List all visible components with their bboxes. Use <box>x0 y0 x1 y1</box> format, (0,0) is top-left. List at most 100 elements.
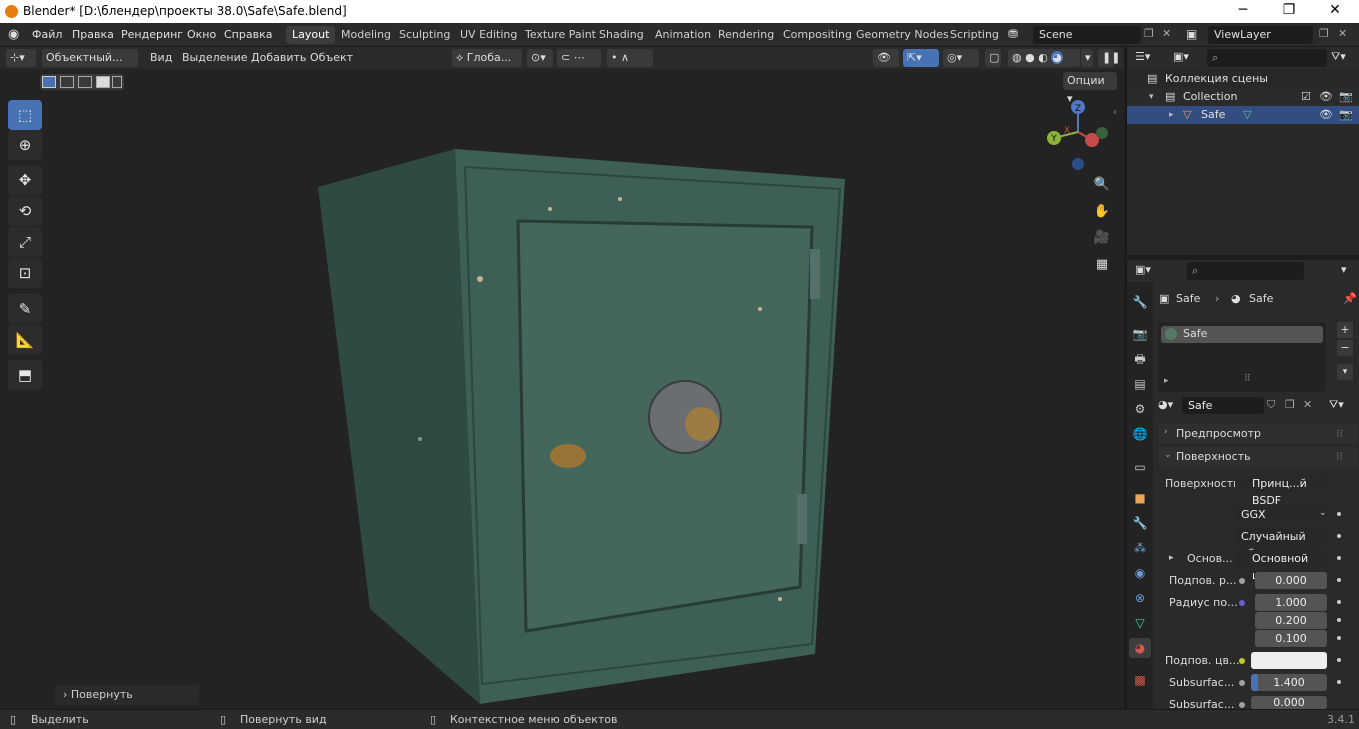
outliner-editor-icon[interactable]: ☰▾ <box>1135 50 1150 63</box>
data-tab-icon[interactable]: ▽ <box>1129 613 1151 633</box>
base-color-expand-icon[interactable]: ▸ <box>1169 553 1174 563</box>
outliner-scene-collection[interactable]: ▤ Коллекция сцены <box>1127 70 1359 88</box>
menu-view[interactable]: Вид <box>150 49 172 67</box>
tab-uv-editing[interactable]: UV Editing <box>454 26 523 44</box>
selection-mode-buttons[interactable] <box>40 74 124 90</box>
pan-hand-icon[interactable]: ✋ <box>1092 202 1112 222</box>
modifier-tab-icon[interactable]: 🔧 <box>1129 513 1151 533</box>
subsurface-color-swatch[interactable] <box>1251 652 1327 669</box>
display-mode-icon[interactable]: ▣▾ <box>1173 50 1189 63</box>
object-tab-icon[interactable]: ■ <box>1129 488 1151 508</box>
collection-checkbox-icon[interactable]: ☑ <box>1301 88 1311 106</box>
menu-object[interactable]: Объект <box>310 49 353 67</box>
select-intersect-icon[interactable] <box>112 76 122 88</box>
tab-geometry-nodes[interactable]: Geometry Nodes <box>850 26 955 44</box>
delete-view-layer-icon[interactable]: ✕ <box>1338 27 1347 40</box>
annotate-tool[interactable]: ✎ <box>8 294 42 324</box>
radius-x-keyframe-dot[interactable] <box>1337 600 1341 604</box>
view-layer-icon[interactable]: ▣ <box>1186 27 1197 41</box>
delete-scene-icon[interactable]: ✕ <box>1162 27 1171 40</box>
mesh-data-icon[interactable]: ▽ <box>1243 106 1251 124</box>
menu-file[interactable]: Файл <box>32 28 62 41</box>
proportional-edit-icon[interactable]: • ∧ <box>607 49 653 67</box>
outliner-object-row[interactable]: ▸ ▽ Safe ▽ 👁 📷 <box>1127 106 1359 124</box>
texture-tab-icon[interactable]: ▩ <box>1129 670 1151 690</box>
preview-panel-grip[interactable]: ⁞⁞ <box>1336 427 1343 440</box>
base-color-link[interactable]: Основной цвет <box>1235 550 1327 582</box>
transform-orientation-selector[interactable]: ⟡ Глоба... <box>452 49 522 67</box>
shading-options-icon[interactable]: ▾ <box>1081 49 1093 67</box>
base-color-keyframe-dot[interactable] <box>1337 556 1341 560</box>
fake-user-icon[interactable]: ⛉ <box>1267 398 1275 412</box>
scene-selector[interactable]: Scene <box>1033 26 1141 44</box>
physics-tab-icon[interactable]: ◉ <box>1129 563 1151 583</box>
menu-edit[interactable]: Правка <box>72 28 114 41</box>
subsurface-aniso-field[interactable]: 0.000 <box>1251 696 1327 709</box>
gizmo-toggle-icon[interactable]: ⇱▾ <box>903 49 939 67</box>
close-window-button[interactable]: ✕ <box>1312 2 1358 18</box>
new-view-layer-icon[interactable]: ❐ <box>1319 27 1329 40</box>
scene-icon[interactable]: ⛃ <box>1008 27 1018 41</box>
link-type-icon[interactable]: ⛛▾ <box>1329 398 1344 412</box>
slot-list-expand-icon[interactable]: ▸ <box>1164 376 1169 386</box>
xray-icon[interactable]: ▢ <box>985 49 1001 67</box>
output-tab-icon[interactable]: 🖶 <box>1129 349 1151 369</box>
tab-animation[interactable]: Animation <box>649 26 717 44</box>
visibility-icon[interactable]: 👁▾ <box>873 49 899 82</box>
subsurface-ior-keyframe-dot[interactable] <box>1337 680 1341 684</box>
object-render-icon[interactable]: 📷 <box>1339 106 1353 124</box>
add-slot-button[interactable]: + <box>1337 322 1353 338</box>
snap-icon[interactable]: ⊂ ⋯ <box>557 49 601 67</box>
scene-tab-icon[interactable]: ⚙ <box>1129 399 1151 419</box>
material-tab-icon[interactable]: ◕ <box>1129 638 1151 658</box>
mode-selector[interactable]: Объектный... <box>42 49 138 67</box>
radius-x-field[interactable]: 1.000 <box>1255 594 1327 611</box>
surface-panel-header[interactable]: ⌄ Поверхность ⁞⁞ <box>1158 447 1358 467</box>
outliner-collection-row[interactable]: ▾ ▤ Collection ☑ 👁 📷 <box>1127 88 1359 106</box>
rotate-tool[interactable]: ⟲ <box>8 196 42 226</box>
select-invert-icon[interactable] <box>96 76 110 88</box>
collection-render-icon[interactable]: 📷 <box>1339 88 1353 106</box>
tab-rendering[interactable]: Rendering <box>712 26 780 44</box>
subsurface-method-dropdown[interactable]: Случайный об... <box>1235 528 1327 560</box>
zoom-icon[interactable]: 🔍 <box>1092 175 1112 195</box>
pin-icon[interactable]: 📌 <box>1343 292 1357 305</box>
menu-select[interactable]: Выделение <box>182 49 248 67</box>
slot-specials-button[interactable]: ▾ <box>1337 364 1353 380</box>
shading-modes[interactable]: ◍ ● ◐ ◕ <box>1008 49 1080 67</box>
view-layer-selector[interactable]: ViewLayer <box>1208 26 1313 44</box>
subsurface-keyframe-dot[interactable] <box>1337 578 1341 582</box>
select-new-icon[interactable] <box>42 76 56 88</box>
material-slot-list[interactable]: Safe ▸ ⠿ <box>1158 322 1326 392</box>
add-cube-tool[interactable]: ⬒ <box>8 360 42 390</box>
menu-window[interactable]: Окно <box>187 28 216 41</box>
duplicate-material-icon[interactable]: ❐ <box>1285 398 1295 411</box>
select-box-tool[interactable]: ⬚ <box>8 100 42 130</box>
3d-viewport[interactable]: Опции ▾ ⬚ ⊕ ✥ ⟲ ⤢ ⊡ ✎ 📐 ⬒ Z Y X 🔍 ✋ 🎥 ▦ … <box>0 69 1124 709</box>
measure-tool[interactable]: 📐 <box>8 325 42 355</box>
tab-shading[interactable]: Shading <box>593 26 650 44</box>
cursor-tool[interactable]: ⊕ <box>8 130 42 160</box>
surface-panel-grip[interactable]: ⁞⁞ <box>1336 450 1343 463</box>
options-dropdown[interactable]: Опции ▾ <box>1063 72 1117 105</box>
minimize-button[interactable]: ─ <box>1220 2 1266 18</box>
select-extend-icon[interactable] <box>60 76 74 88</box>
navigation-gizmo[interactable]: Z Y X <box>1040 97 1115 172</box>
scale-tool[interactable]: ⤢ <box>8 227 42 257</box>
safe-model[interactable] <box>300 139 860 709</box>
particles-tab-icon[interactable]: ⁂ <box>1129 538 1151 558</box>
tab-scripting[interactable]: Scripting <box>944 26 1005 44</box>
transform-tool[interactable]: ⊡ <box>8 258 42 288</box>
blender-menu-icon[interactable]: ◉ <box>8 27 19 42</box>
preview-panel-header[interactable]: › Предпросмотр ⁞⁞ <box>1158 424 1358 444</box>
material-browse-icon[interactable]: ◕▾ <box>1158 398 1173 411</box>
menu-render[interactable]: Рендеринг <box>121 28 183 41</box>
object-expand-icon[interactable]: ▸ <box>1169 106 1174 124</box>
collection-expand-icon[interactable]: ▾ <box>1149 88 1154 106</box>
distribution-keyframe-dot[interactable] <box>1337 512 1341 516</box>
distribution-dropdown[interactable]: GGX <box>1235 506 1327 523</box>
subsurface-method-keyframe-dot[interactable] <box>1337 534 1341 538</box>
radius-z-field[interactable]: 0.100 <box>1255 630 1327 647</box>
subsurface-value-field[interactable]: 0.000 <box>1255 572 1327 589</box>
menu-help[interactable]: Справка <box>224 28 272 41</box>
